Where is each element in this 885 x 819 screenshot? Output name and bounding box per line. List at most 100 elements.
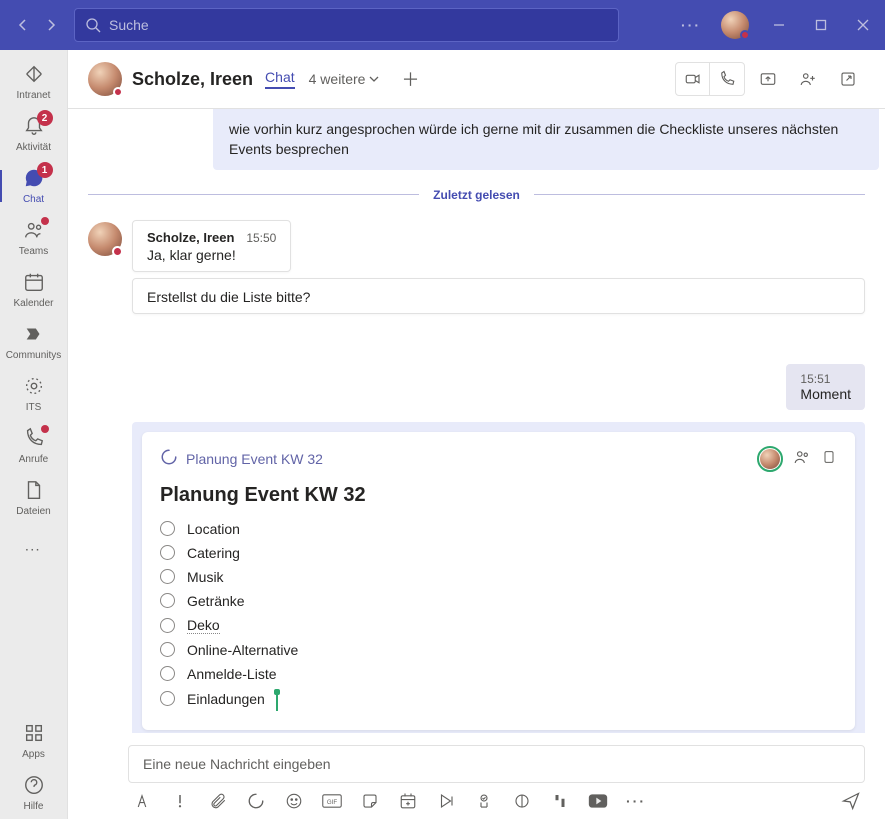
back-button[interactable] — [10, 12, 36, 38]
calendar-icon — [23, 271, 45, 296]
checkbox-circle[interactable] — [160, 691, 175, 706]
message-avatar[interactable] — [88, 222, 122, 256]
more-icon[interactable]: ··· — [679, 13, 703, 37]
sidebar-label: Chat — [23, 194, 44, 205]
chat-body: wie vorhin kurz angesprochen würde ich g… — [68, 109, 885, 733]
flow-icon[interactable] — [550, 791, 570, 811]
file-icon — [23, 479, 45, 504]
checklist-item-label: Einladungen — [187, 691, 265, 707]
loop-collaborator-avatar[interactable] — [757, 446, 783, 472]
message-bubble[interactable]: Scholze, Ireen 15:50 Ja, klar gerne! — [132, 220, 291, 272]
checklist-item-label: Location — [187, 521, 240, 537]
title-bar: ··· — [0, 0, 885, 50]
loop-title[interactable]: Planung Event KW 32 — [160, 484, 837, 507]
attach-icon[interactable] — [208, 791, 228, 811]
send-button[interactable] — [841, 791, 861, 811]
sidebar-item-calls[interactable]: Anrufe — [0, 420, 68, 472]
sidebar-item-files[interactable]: Dateien — [0, 472, 68, 524]
sticker-icon[interactable] — [360, 791, 380, 811]
search-icon — [85, 17, 101, 33]
sidebar-item-teams[interactable]: Teams — [0, 212, 68, 264]
checklist-item[interactable]: Einladungen — [160, 686, 837, 712]
sidebar-item-activity[interactable]: 2 Aktivität — [0, 108, 68, 160]
loop-compose-icon[interactable] — [246, 791, 266, 811]
sidebar-item-its[interactable]: ITS — [0, 368, 68, 420]
search-box[interactable] — [74, 8, 619, 42]
communities-icon — [23, 323, 45, 348]
loop-link[interactable]: Planung Event KW 32 — [186, 451, 323, 467]
checklist-item[interactable]: Online-Alternative — [160, 638, 837, 662]
sidebar-item-help[interactable]: Hilfe — [0, 767, 68, 819]
checkbox-circle[interactable] — [160, 618, 175, 633]
message-text: Moment — [800, 386, 851, 402]
checklist-item[interactable]: Getränke — [160, 589, 837, 613]
loop-icon — [160, 448, 178, 469]
checklist-item[interactable]: Deko — [160, 613, 837, 638]
chat-header: Scholze, Ireen Chat 4 weitere ＋ — [68, 50, 885, 109]
checkbox-circle[interactable] — [160, 569, 175, 584]
youtube-icon[interactable] — [588, 791, 608, 811]
stream-icon[interactable] — [436, 791, 456, 811]
teams-icon — [23, 219, 45, 244]
sidebar-item-communities[interactable]: Communitys — [0, 316, 68, 368]
calls-badge — [41, 425, 49, 433]
its-icon — [23, 375, 45, 400]
message-bubble[interactable]: Erstellst du die Liste bitte? — [132, 278, 865, 314]
maximize-button[interactable] — [809, 13, 833, 37]
compose-area: Eine neue Nachricht eingeben GIF ··· — [68, 733, 885, 819]
checkbox-circle[interactable] — [160, 642, 175, 657]
add-tab-button[interactable]: ＋ — [401, 66, 419, 92]
add-people-button[interactable] — [791, 63, 825, 95]
checkbox-circle[interactable] — [160, 545, 175, 560]
checklist-item[interactable]: Catering — [160, 541, 837, 565]
search-input[interactable] — [109, 17, 608, 33]
activity-badge: 2 — [37, 110, 53, 126]
loop-copy-icon[interactable] — [821, 448, 837, 469]
audio-call-button[interactable] — [710, 63, 744, 95]
approvals-icon[interactable] — [474, 791, 494, 811]
sidebar-item-more[interactable]: ··· — [0, 524, 68, 576]
checkbox-circle[interactable] — [160, 666, 175, 681]
contact-avatar[interactable] — [88, 62, 122, 96]
user-avatar[interactable] — [721, 11, 749, 39]
schedule-meeting-icon[interactable] — [398, 791, 418, 811]
sidebar-item-chat[interactable]: 1 Chat — [0, 160, 68, 212]
more-tabs[interactable]: 4 weitere — [309, 71, 380, 87]
my-message-bubble[interactable]: 15:51 Moment — [786, 364, 865, 410]
gif-icon[interactable]: GIF — [322, 791, 342, 811]
forward-button[interactable] — [38, 12, 64, 38]
sidebar-label: Apps — [22, 749, 45, 760]
minimize-button[interactable] — [767, 13, 791, 37]
popout-button[interactable] — [831, 63, 865, 95]
more-tools-icon[interactable]: ··· — [626, 791, 646, 811]
sidebar-item-apps[interactable]: Apps — [0, 715, 68, 767]
chevron-down-icon — [369, 74, 379, 84]
presence-indicator — [740, 30, 750, 40]
sidebar-label: Dateien — [16, 506, 50, 517]
previous-message: wie vorhin kurz angesprochen würde ich g… — [213, 109, 879, 170]
format-icon[interactable] — [132, 791, 152, 811]
loop-participants-icon[interactable] — [793, 448, 811, 469]
share-screen-button[interactable] — [751, 63, 785, 95]
teams-badge — [41, 217, 49, 225]
my-message-row: 15:51 Moment — [88, 364, 865, 410]
compose-input[interactable]: Eine neue Nachricht eingeben — [128, 745, 865, 783]
sidebar-item-calendar[interactable]: Kalender — [0, 264, 68, 316]
priority-icon[interactable] — [170, 791, 190, 811]
checkbox-circle[interactable] — [160, 521, 175, 536]
checkbox-circle[interactable] — [160, 593, 175, 608]
sidebar-label: Hilfe — [23, 801, 43, 812]
sidebar-item-intranet[interactable]: Intranet — [0, 56, 68, 108]
close-button[interactable] — [851, 13, 875, 37]
phone-icon — [23, 427, 45, 452]
viva-icon[interactable] — [512, 791, 532, 811]
checklist-item[interactable]: Musik — [160, 565, 837, 589]
checklist-item[interactable]: Anmelde-Liste — [160, 662, 837, 686]
emoji-icon[interactable] — [284, 791, 304, 811]
loop-card[interactable]: Planung Event KW 32 Planung Event KW 32 … — [142, 432, 855, 730]
checklist-item-label: Deko — [187, 617, 220, 634]
tab-chat[interactable]: Chat — [265, 69, 295, 89]
checklist-item[interactable]: Location — [160, 517, 837, 541]
video-call-button[interactable] — [676, 63, 710, 95]
checklist-item-label: Getränke — [187, 593, 245, 609]
